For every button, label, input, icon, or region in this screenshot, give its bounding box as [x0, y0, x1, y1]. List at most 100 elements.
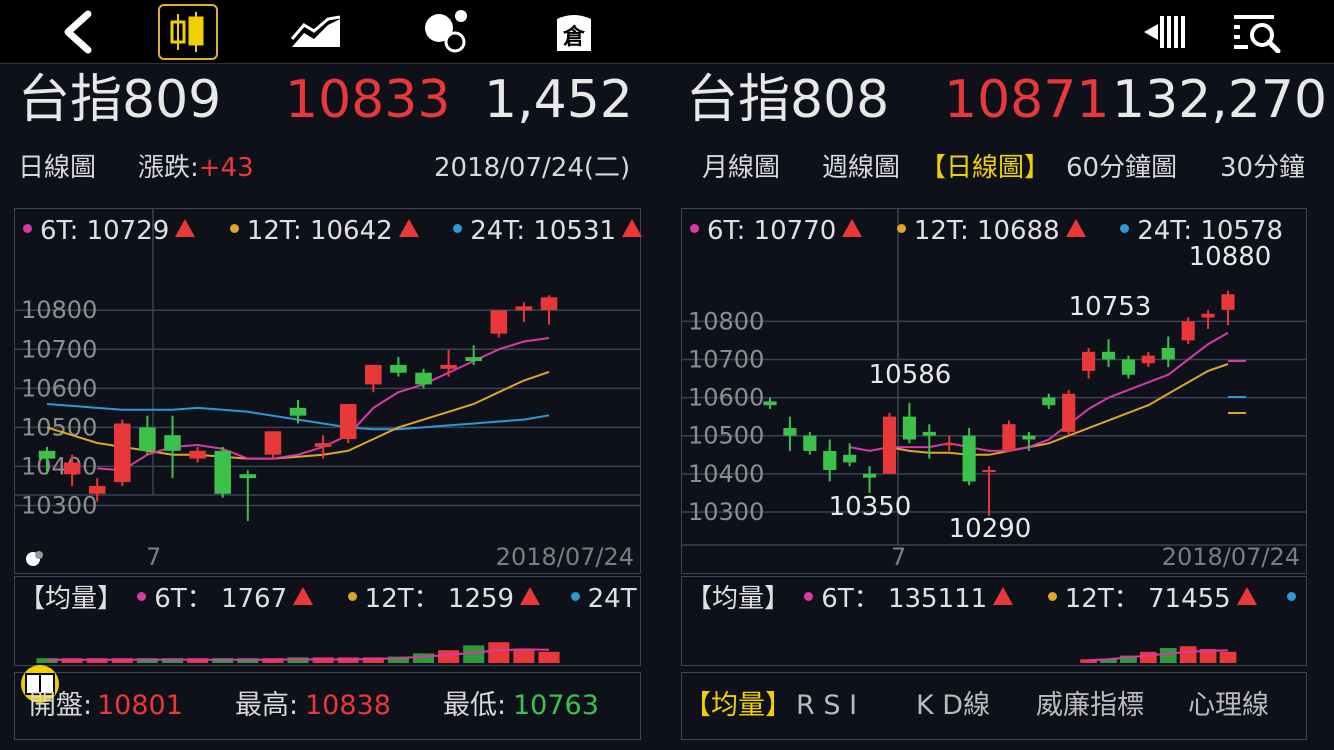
candle-body	[882, 416, 897, 474]
tab-monthly[interactable]: 月線圖	[702, 150, 780, 186]
list-search-button[interactable]	[1230, 4, 1286, 60]
candle-body	[763, 401, 777, 406]
candle-body	[942, 443, 956, 446]
candle-body	[1002, 424, 1016, 451]
candle-body	[189, 450, 206, 459]
left-period-label: 日線圖	[18, 153, 97, 183]
candle-body	[314, 443, 332, 447]
y-tick-label: 10500	[21, 413, 97, 441]
svg-text:倉: 倉	[562, 24, 586, 50]
indicator-tab-volume[interactable]: 【均量】	[684, 673, 792, 739]
vol-ma24-label: 24T	[587, 584, 637, 614]
candle-body	[63, 462, 81, 475]
top-toolbar: 倉	[0, 0, 1334, 64]
tab-60min[interactable]: 60分鐘圖	[1066, 150, 1177, 186]
candle-body	[289, 407, 307, 416]
candle-body	[1201, 313, 1215, 318]
warehouse-icon: 倉	[557, 15, 591, 51]
candle-body	[962, 435, 976, 482]
end-date-label: 2018/07/24	[496, 543, 634, 571]
bubble-icon	[425, 10, 467, 53]
volume-bar	[1159, 648, 1177, 663]
right-vol-legend: 【均量】 6T： 135111 12T： 71455	[686, 583, 1304, 615]
bubble-mini-icon-dot	[35, 551, 43, 559]
y-tick-label: 10500	[688, 422, 764, 450]
candle-body	[515, 306, 533, 311]
price-annotation: 10753	[1069, 292, 1152, 322]
left-volume-chart[interactable]: 【均量】 6T： 1767 12T： 1259 24T	[14, 576, 641, 666]
right-ma-legend: 6T: 10770 12T: 10688 24T: 10578	[690, 215, 1283, 247]
back-button[interactable]	[50, 4, 106, 60]
y-tick-label: 10800	[688, 307, 764, 335]
y-tick-label: 10300	[688, 498, 764, 526]
y-tick-label: 10600	[21, 374, 97, 402]
candle-body	[540, 297, 558, 310]
vol-ma12-label: 12T： 1259	[364, 584, 515, 614]
volume-bar	[488, 642, 510, 663]
indicator-tab-rsi[interactable]: R S I	[796, 673, 857, 739]
candle-body	[139, 427, 156, 451]
open-value: 10801	[97, 690, 183, 721]
bubble-button[interactable]	[418, 4, 474, 60]
left-candlestick-svg: 1030010400105001060010700108007 2018/07/2…	[15, 209, 640, 571]
x-tick-label: 7	[891, 543, 906, 571]
ma24-label: 24T: 10578	[1137, 216, 1284, 246]
indicator-tab-psychological[interactable]: 心理線	[1188, 673, 1269, 739]
candle-body	[1121, 359, 1136, 375]
tab-weekly[interactable]: 週線圖	[822, 150, 900, 186]
change-value: +43	[198, 153, 254, 183]
trend-chart-icon	[290, 15, 341, 47]
left-date: 2018/07/24(二)	[434, 153, 631, 183]
candle-body	[239, 474, 257, 479]
tab-daily[interactable]: 【日線圖】	[920, 150, 1050, 186]
right-candlestick-svg: 10300 10400 10500 10600 10700 10800 7 2018/07/2…	[682, 209, 1306, 571]
volume-bar	[412, 653, 435, 663]
candle-body	[1221, 294, 1235, 310]
indicator-tab-williams[interactable]: 威廉指標	[1036, 673, 1144, 739]
price-annotation: 10586	[869, 360, 952, 390]
candle-body	[823, 450, 837, 470]
vol-ma6-label: 6T： 135111	[821, 584, 988, 614]
low-label: 最低:	[443, 690, 507, 721]
candle-body	[390, 364, 407, 373]
right-period-tabs: 月線圖 週線圖 【日線圖】 60分鐘圖 30分鐘	[702, 150, 1304, 186]
left-vol-legend: 【均量】 6T： 1767 12T： 1259 24T	[19, 583, 637, 615]
y-tick-label: 10700	[21, 335, 97, 363]
trend-chart-button[interactable]	[288, 4, 344, 60]
ma6-label: 6T: 10770	[707, 216, 837, 246]
candlestick-icon	[170, 12, 204, 52]
candle-body	[922, 431, 936, 436]
left-contract-name: 台指809	[18, 70, 222, 130]
right-contract-name: 台指808	[686, 70, 890, 130]
left-ohlc-bar: 開盤: 10801 最高: 10838 最低: 10763	[14, 665, 641, 740]
tab-30min[interactable]: 30分鐘	[1220, 150, 1304, 186]
y-tick-label: 10800	[21, 296, 97, 324]
left-price-chart[interactable]: 10300 10400 10500 10600 10700 10800 7 2018/07/2…	[14, 208, 643, 574]
candle-body	[88, 485, 106, 494]
back-icon	[64, 10, 92, 54]
right-price-chart[interactable]: 10300 10400 10500 10600 10700 10800 7 2018/07/2…	[681, 208, 1307, 574]
candle-body	[339, 403, 357, 440]
high-value: 10838	[305, 690, 391, 721]
ma24-label: 24T: 10531	[470, 216, 617, 246]
y-tick-label: 10600	[688, 384, 764, 412]
volume-bar	[1179, 646, 1197, 663]
price-annotation: 10350	[829, 492, 912, 522]
left-change: 漲跌:+43	[138, 150, 254, 186]
candle-body	[1181, 321, 1195, 341]
warehouse-button[interactable]: 倉	[546, 4, 602, 60]
candle-body	[465, 357, 482, 361]
candlestick-button[interactable]	[158, 4, 218, 60]
signal-button[interactable]	[1140, 4, 1188, 60]
left-price: 10833	[285, 70, 451, 130]
right-indicator-tabs: 【均量】 R S I K D線 威廉指標 心理線	[681, 672, 1307, 740]
indicator-tab-kd[interactable]: K D線	[916, 673, 990, 739]
vol-ma6-label: 6T： 1767	[154, 584, 288, 614]
x-tick-label: 7	[146, 543, 161, 571]
y-tick-label: 10700	[688, 345, 764, 373]
ma12-label: 12T: 10642	[246, 216, 393, 246]
right-volume-chart[interactable]: 【均量】 6T： 135111 12T： 71455	[681, 576, 1307, 666]
right-price: 10871	[944, 70, 1110, 130]
list-search-icon	[1234, 15, 1281, 53]
candle-body	[38, 450, 56, 459]
